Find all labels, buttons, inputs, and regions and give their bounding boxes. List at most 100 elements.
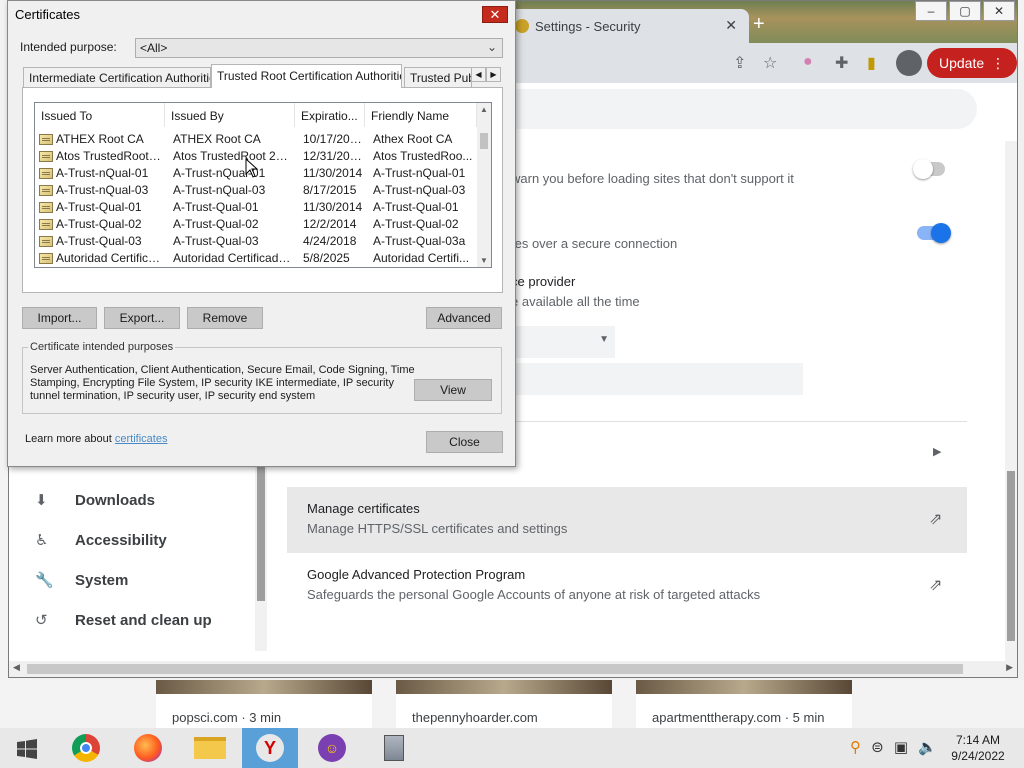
intended-purpose-select[interactable]: <All> ⌄ [135, 38, 503, 58]
news-card[interactable]: popsci.com · 3 min [156, 680, 372, 728]
table-row[interactable]: ATHEX Root CA ATHEX Root CA 10/17/2030 Athe… [35, 130, 477, 147]
import-button[interactable]: Import... [22, 307, 97, 329]
tab-trusted-root-ca[interactable]: Trusted Root Certification Authorities [211, 64, 402, 88]
tab-trusted-publishers[interactable]: Trusted Publ [404, 67, 472, 87]
scroll-left-icon[interactable]: ◀ [13, 662, 20, 673]
column-header-friendly-name[interactable]: Friendly Name [365, 103, 477, 127]
scroll-right-icon[interactable]: ▶ [1006, 662, 1013, 673]
certificate-list[interactable]: Issued To Issued By Expiratio... Friendl… [34, 102, 492, 268]
close-button[interactable]: Close [426, 431, 503, 453]
browser-tab-settings[interactable]: Settings - Security ✕ [509, 9, 749, 43]
certificates-link[interactable]: certificates [115, 433, 168, 445]
remove-button[interactable]: Remove [187, 307, 263, 329]
manage-certificates-row[interactable]: Manage certificates Manage HTTPS/SSL cer… [287, 487, 967, 553]
column-header-expiration[interactable]: Expiratio... [295, 103, 365, 127]
taskbar-chrome[interactable] [58, 728, 114, 768]
table-row[interactable]: A-Trust-nQual-03 A-Trust-nQual-03 8/17/201… [35, 181, 477, 198]
bookmark-star-icon[interactable]: ☆ [763, 53, 777, 73]
main-scrollbar[interactable] [1005, 141, 1017, 661]
language-icon[interactable]: ⊜ [871, 739, 884, 756]
table-cell: 11/30/2014 [297, 166, 363, 180]
taskbar-file-explorer[interactable] [182, 728, 238, 768]
list-scrollbar[interactable]: ▲ ▼ [477, 103, 491, 267]
advanced-protection-row[interactable]: Google Advanced Protection Program Safeg… [287, 553, 967, 619]
toggle-knob [913, 159, 933, 179]
export-button[interactable]: Export... [104, 307, 180, 329]
table-row[interactable]: Autoridad Certifica...Autoridad Certific… [35, 249, 477, 266]
cell-text: A-Trust-Qual-02 [173, 217, 259, 231]
table-cell: A-Trust-nQual-03 [35, 183, 161, 197]
news-card[interactable]: apartmenttherapy.com · 5 min [636, 680, 852, 728]
certificates-dialog: Certificates ✕ Intended purpose: <All> ⌄… [7, 0, 516, 467]
search-icon[interactable]: ⚲ [850, 739, 861, 756]
avatar[interactable] [896, 50, 922, 76]
tab-scroll-right-icon[interactable]: ▶ [486, 67, 501, 82]
share-icon[interactable]: ⇪ [733, 53, 746, 73]
provider-select[interactable]: ▼ [511, 326, 615, 358]
cell-text: A-Trust-nQual-01 [56, 166, 149, 180]
horizontal-scrollbar[interactable]: ◀ ▶ [9, 661, 1017, 677]
sidebar-item-accessibility[interactable]: ♿ Accessibility [35, 531, 167, 549]
maximize-button[interactable]: ▢ [949, 1, 981, 21]
secure-dns-toggle[interactable] [917, 223, 951, 243]
tab-panel: Issued To Issued By Expiratio... Friendl… [22, 87, 503, 293]
cell-text: 12/31/2030 [303, 149, 363, 163]
news-card[interactable]: thepennyhoarder.com [396, 680, 612, 728]
column-header-issued-by[interactable]: Issued By [165, 103, 295, 127]
table-row[interactable]: Autoridad Certifica...Autoridad Certific… [35, 266, 477, 267]
taskbar-clock[interactable]: 7:14 AM 9/24/2022 [946, 732, 1010, 764]
side-panel-icon[interactable]: ▮ [867, 53, 876, 73]
sidebar-item-system[interactable]: 🔧 System [35, 571, 128, 589]
wrench-icon: 🔧 [35, 572, 54, 589]
sidebar-scrollbar[interactable] [255, 441, 267, 651]
sidebar-item-reset[interactable]: ↺ Reset and clean up [35, 611, 212, 629]
sidebar-item-label: Reset and clean up [75, 612, 212, 629]
tab-scroll-left-icon[interactable]: ◀ [471, 67, 486, 82]
tab-close-icon[interactable]: ✕ [725, 17, 737, 34]
table-row[interactable]: A-Trust-Qual-03 A-Trust-Qual-03 4/24/2018 A… [35, 232, 477, 249]
tab-intermediate-ca[interactable]: Intermediate Certification Authorities [23, 67, 211, 87]
start-button[interactable] [0, 728, 56, 768]
view-button[interactable]: View [414, 379, 492, 401]
dialog-close-button[interactable]: ✕ [482, 6, 508, 23]
chevron-right-icon[interactable]: ▶ [933, 445, 941, 458]
learn-more-text: Learn more about certificates [25, 433, 167, 445]
cell-text: A-Trust-nQual-01 [373, 166, 466, 180]
table-cell: A-Trust-Qual-01 [367, 200, 477, 214]
sidebar-item-downloads[interactable]: ⬇ Downloads [35, 491, 155, 509]
table-cell: ATHEX Root CA [35, 132, 161, 146]
window-close-button[interactable]: ✕ [983, 1, 1015, 21]
table-cell: A-Trust-Qual-02 [35, 217, 161, 231]
table-row[interactable]: A-Trust-Qual-01 A-Trust-Qual-01 11/30/2014… [35, 198, 477, 215]
table-cell: Autoridad Certificador... [167, 251, 293, 265]
https-toggle[interactable] [913, 159, 945, 179]
secure-dns-text: tes over a secure connection [511, 236, 678, 251]
taskbar-archive[interactable] [366, 728, 422, 768]
table-cell: A-Trust-Qual-01 [35, 200, 161, 214]
taskbar-yahoo-messenger[interactable]: ☺ [304, 728, 360, 768]
taskbar-yandex[interactable]: Y [242, 728, 298, 768]
table-cell: 10/17/2030 [297, 132, 363, 146]
provider-custom-input[interactable] [511, 363, 803, 395]
new-tab-icon[interactable]: + [753, 13, 765, 36]
scrollbar-thumb[interactable] [1007, 471, 1015, 641]
network-icon[interactable]: ▣ [894, 739, 908, 756]
minimize-button[interactable]: – [915, 1, 947, 21]
table-cell: A-Trust-Qual-01 [167, 200, 293, 214]
advanced-button[interactable]: Advanced [426, 307, 502, 329]
taskbar-firefox[interactable] [120, 728, 176, 768]
table-cell: A-Trust-nQual-03 [367, 183, 477, 197]
update-button[interactable]: Update ⋮ [927, 48, 1017, 78]
cell-text: 11/30/2014 [303, 200, 363, 214]
scroll-down-icon[interactable]: ▼ [480, 256, 488, 265]
puzzle-icon[interactable]: ✚ [835, 53, 848, 73]
scrollbar-thumb[interactable] [480, 133, 488, 149]
purposes-text: Server Authentication, Client Authentica… [30, 364, 415, 402]
scrollbar-thumb[interactable] [27, 664, 963, 674]
scroll-up-icon[interactable]: ▲ [480, 105, 488, 114]
extension-flag-icon[interactable]: ● [803, 53, 813, 71]
volume-icon[interactable]: 🔈 [918, 739, 937, 756]
column-header-issued-to[interactable]: Issued To [35, 103, 165, 127]
settings-search-input[interactable] [499, 89, 977, 129]
table-row[interactable]: A-Trust-Qual-02 A-Trust-Qual-02 12/2/2014 A… [35, 215, 477, 232]
